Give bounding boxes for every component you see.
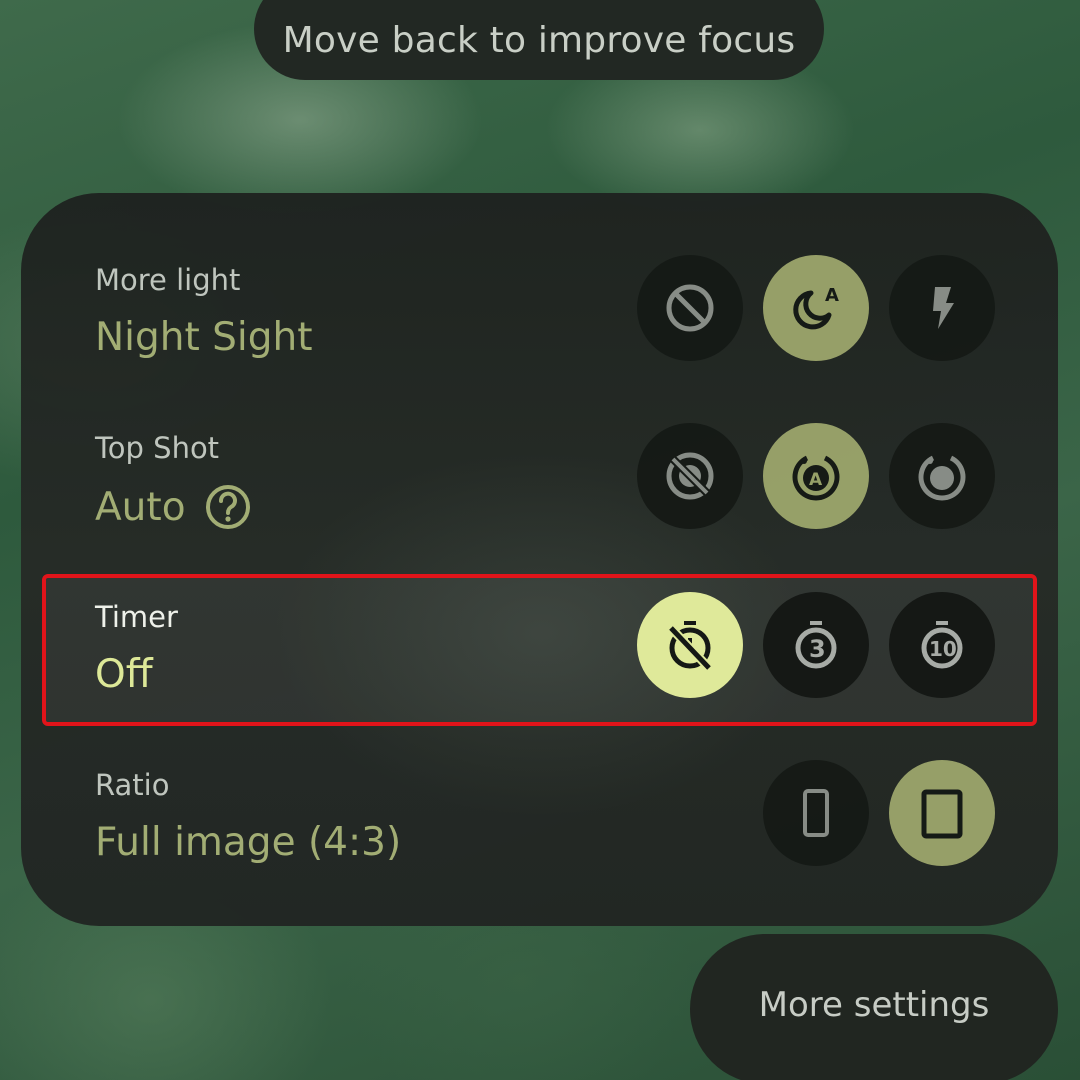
ratio-value: Full image (4:3)	[95, 820, 402, 865]
timer-off-button[interactable]	[637, 592, 743, 698]
quick-settings-panel: More light Night Sight A Top Shot Auto A…	[21, 193, 1058, 926]
svg-text:A: A	[809, 470, 823, 490]
top-shot-value: Auto	[95, 483, 252, 531]
more-light-off-button[interactable]	[637, 255, 743, 361]
help-icon[interactable]	[204, 483, 252, 531]
timer-10s-icon: 10	[921, 621, 963, 669]
night-sight-auto-icon: A	[793, 285, 839, 330]
setting-row-top-shot: Top Shot Auto A	[21, 423, 1058, 591]
top-shot-auto-icon: A	[792, 455, 840, 501]
camera-viewfinder: Move back to improve focus More light Ni…	[0, 0, 1080, 1080]
ratio-16-9-button[interactable]	[763, 760, 869, 866]
setting-row-ratio: Ratio Full image (4:3)	[21, 760, 1058, 928]
night-sight-auto-button[interactable]: A	[763, 255, 869, 361]
timer-value: Off	[95, 652, 153, 697]
timer-3s-button[interactable]: 3	[763, 592, 869, 698]
more-light-label: More light	[95, 263, 241, 297]
top-shot-off-button[interactable]	[637, 423, 743, 529]
ratio-16-9-icon	[803, 789, 829, 837]
off-icon	[666, 284, 714, 332]
more-light-value: Night Sight	[95, 315, 313, 360]
timer-3s-glyph: 3	[809, 635, 826, 663]
setting-row-more-light: More light Night Sight A	[21, 255, 1058, 423]
top-shot-label: Top Shot	[95, 431, 220, 465]
flash-icon	[933, 287, 954, 329]
more-settings-label: More settings	[758, 985, 990, 1025]
more-settings-button[interactable]: More settings	[690, 934, 1058, 1080]
timer-off-icon	[667, 621, 713, 672]
timer-10s-button[interactable]: 10	[889, 592, 995, 698]
timer-label: Timer	[95, 600, 178, 634]
top-shot-off-icon	[666, 452, 714, 500]
top-shot-value-text: Auto	[95, 484, 186, 530]
ratio-label: Ratio	[95, 768, 170, 802]
ratio-4-3-button[interactable]	[889, 760, 995, 866]
focus-hint-text: Move back to improve focus	[282, 19, 796, 61]
timer-10s-glyph: 10	[929, 637, 957, 661]
top-shot-on-icon	[918, 455, 966, 501]
setting-row-timer: Timer Off 3 10	[21, 592, 1058, 760]
timer-3s-icon: 3	[795, 621, 837, 669]
top-shot-on-button[interactable]	[889, 423, 995, 529]
flash-button[interactable]	[889, 255, 995, 361]
ratio-4-3-icon	[921, 789, 963, 839]
focus-hint-toast: Move back to improve focus	[254, 0, 824, 80]
svg-text:A: A	[825, 285, 839, 306]
top-shot-auto-button[interactable]: A	[763, 423, 869, 529]
